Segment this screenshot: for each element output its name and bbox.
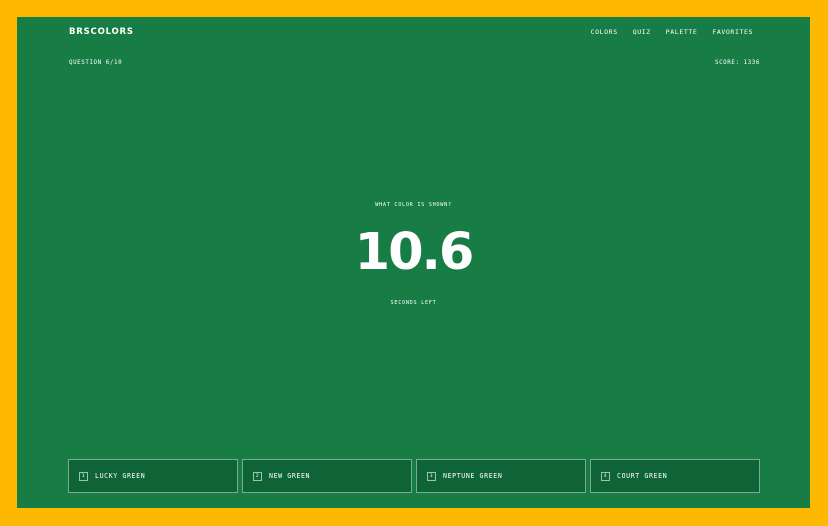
timer-label: SECONDS LEFT	[390, 300, 437, 306]
answer-label: LUCKY GREEN	[95, 472, 146, 480]
score-display: SCORE: 1336	[715, 60, 760, 66]
answer-button-2[interactable]: 2 NEW GREEN	[242, 459, 412, 493]
shortcut-key-badge: 2	[253, 471, 262, 481]
brand-logo[interactable]: BRSCOLORS	[69, 27, 134, 37]
nav-favorites[interactable]: FAVORITES	[712, 28, 753, 36]
answer-options: 1 LUCKY GREEN 2 NEW GREEN 3 NEPTUNE GREE…	[68, 459, 760, 493]
shortcut-key-badge: 3	[427, 471, 436, 481]
question-counter: QUESTION 6/10	[69, 60, 123, 66]
shortcut-key-badge: 4	[601, 471, 610, 481]
countdown-timer: 10.6	[354, 223, 475, 282]
answer-label: NEPTUNE GREEN	[443, 472, 503, 480]
color-display: BRSCOLORS COLORS QUIZ PALETTE FAVORITES …	[17, 17, 810, 508]
answer-button-3[interactable]: 3 NEPTUNE GREEN	[416, 459, 586, 493]
quiz-prompt: WHAT COLOR IS SHOWN?	[375, 202, 452, 208]
nav-quiz[interactable]: QUIZ	[633, 28, 651, 36]
shortcut-key-badge: 1	[79, 471, 88, 481]
top-nav: COLORS QUIZ PALETTE FAVORITES	[591, 28, 753, 36]
answer-label: NEW GREEN	[269, 472, 311, 480]
answer-button-4[interactable]: 4 COURT GREEN	[590, 459, 760, 493]
answer-button-1[interactable]: 1 LUCKY GREEN	[68, 459, 238, 493]
nav-colors[interactable]: COLORS	[591, 28, 618, 36]
nav-palette[interactable]: PALETTE	[666, 28, 698, 36]
answer-label: COURT GREEN	[617, 472, 668, 480]
